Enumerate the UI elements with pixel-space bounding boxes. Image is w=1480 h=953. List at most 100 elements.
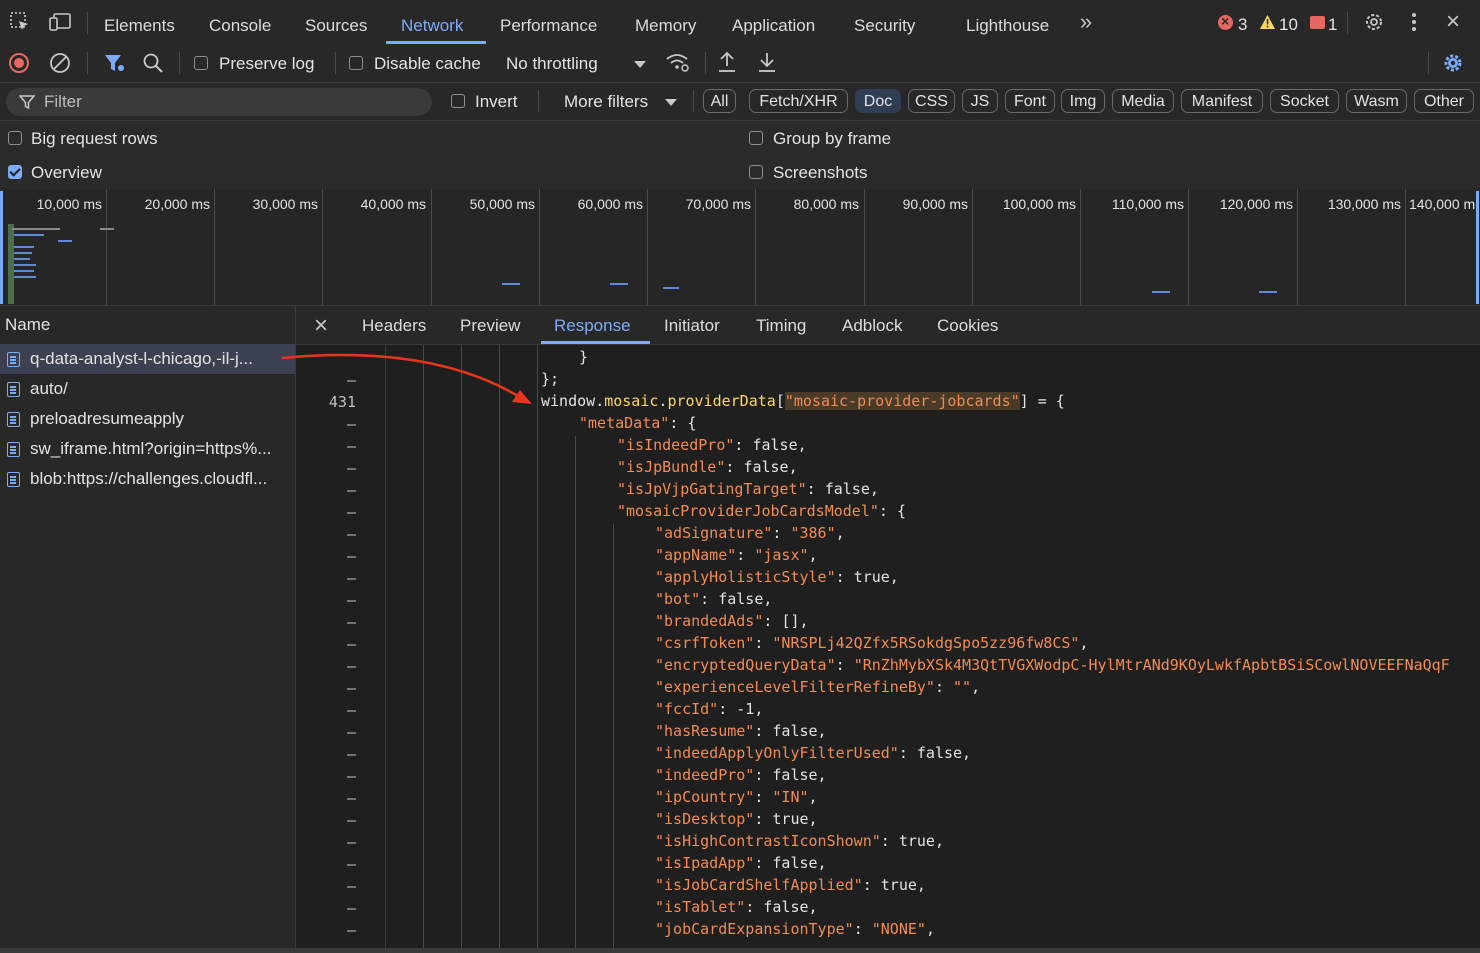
type-filter-all[interactable]: All [703, 89, 736, 113]
type-filter-font[interactable]: Font [1005, 89, 1055, 113]
overview-right-handle[interactable] [1476, 191, 1479, 304]
json-value: false, [763, 898, 818, 916]
overview-left-handle[interactable] [0, 191, 3, 304]
json-value: "jasx" [754, 546, 809, 564]
throttling-select[interactable]: No throttling [506, 54, 598, 74]
request-row[interactable]: auto/ [0, 374, 295, 404]
code-line: "csrfToken": "NRSPLj42QZfx5RSokdgSpo5zz9… [655, 634, 1089, 652]
overview-label: Overview [31, 163, 102, 182]
grid-line [539, 189, 540, 305]
error-count[interactable]: 3 [1238, 15, 1247, 35]
type-filter-fetch-xhr[interactable]: Fetch/XHR [749, 89, 848, 113]
tick-label: 50,000 ms [469, 196, 535, 212]
tab-network[interactable]: Network [401, 0, 463, 44]
json-key: "isIndeedPro" [617, 436, 735, 454]
tab-security[interactable]: Security [854, 0, 915, 44]
json-punct: , [971, 678, 981, 696]
close-detail-icon[interactable]: × [314, 312, 328, 340]
stop-recording-icon[interactable] [9, 53, 29, 73]
screenshots-checkbox[interactable] [749, 165, 763, 179]
tab-cookies[interactable]: Cookies [937, 306, 998, 344]
network-settings-gear-icon[interactable] [1442, 52, 1464, 79]
network-conditions-icon[interactable] [665, 52, 689, 79]
waterfall-mark [14, 270, 34, 272]
request-row[interactable]: q-data-analyst-l-chicago,-il-j... [0, 344, 295, 374]
json-value: -1, [736, 700, 764, 718]
type-filter-doc[interactable]: Doc [855, 89, 901, 113]
filter-icon[interactable] [103, 52, 125, 79]
export-har-icon[interactable] [757, 51, 777, 78]
tab-preview[interactable]: Preview [460, 306, 520, 344]
invert-checkbox[interactable] [451, 94, 465, 108]
tab-sources[interactable]: Sources [305, 0, 367, 44]
json-value: true, [880, 876, 926, 894]
json-key: "brandedAds" [655, 612, 764, 630]
warning-count[interactable]: 10 [1279, 15, 1298, 35]
grid-line [972, 189, 973, 305]
name-column-header[interactable]: Name [0, 306, 295, 345]
request-row[interactable]: sw_iframe.html?origin=https%... [0, 434, 295, 464]
type-filter-socket[interactable]: Socket [1270, 89, 1339, 113]
search-icon[interactable] [142, 52, 164, 79]
issues-count[interactable]: 1 [1328, 15, 1337, 35]
type-filter-js[interactable]: JS [962, 89, 998, 113]
tab-timing[interactable]: Timing [756, 306, 806, 344]
tab-console[interactable]: Console [209, 0, 271, 44]
code-line: "experienceLevelFilterRefineBy": "", [655, 678, 981, 696]
clear-icon[interactable] [49, 52, 71, 79]
json-value: false, [916, 744, 972, 762]
tab-lighthouse[interactable]: Lighthouse [966, 0, 1049, 44]
type-filter-img[interactable]: Img [1061, 89, 1105, 113]
more-filters-button[interactable]: More filters [564, 92, 648, 112]
more-options-icon[interactable] [1402, 10, 1426, 34]
tab-application[interactable]: Application [732, 0, 815, 44]
network-options [0, 121, 1480, 189]
json-punct: , [1079, 634, 1089, 652]
more-tabs-icon[interactable]: » [1074, 9, 1098, 34]
inspect-element-icon[interactable] [8, 10, 32, 34]
separator [87, 52, 88, 74]
code-token: mosaic [604, 392, 659, 410]
tab-performance[interactable]: Performance [500, 0, 597, 44]
request-name: auto/ [30, 379, 68, 398]
code-line: "encryptedQueryData": "RnZhMybXSk4M3QtTV… [655, 656, 1450, 674]
big-request-rows-checkbox[interactable] [8, 131, 22, 145]
type-filter-wasm[interactable]: Wasm [1346, 89, 1407, 113]
waterfall-mark [14, 264, 36, 266]
json-value: true, [898, 832, 944, 850]
tab-response[interactable]: Response [554, 306, 631, 344]
device-toolbar-icon[interactable] [48, 10, 72, 34]
waterfall-mark [14, 234, 44, 236]
json-key: "isJpVjpGatingTarget" [617, 480, 807, 498]
preserve-log-checkbox[interactable] [194, 56, 208, 70]
disable-cache-checkbox[interactable] [349, 56, 363, 70]
separator [1428, 52, 1429, 74]
settings-gear-icon[interactable] [1362, 10, 1386, 34]
tab-initiator[interactable]: Initiator [664, 306, 720, 344]
group-by-frame-checkbox[interactable] [749, 131, 763, 145]
line-number: – [346, 745, 356, 763]
tab-elements[interactable]: Elements [104, 0, 175, 44]
indent-guide [537, 345, 538, 953]
type-filter-css[interactable]: CSS [908, 89, 955, 113]
tab-adblock[interactable]: Adblock [842, 306, 902, 344]
code-line: "mosaicProviderJobCardsModel": { [617, 502, 906, 520]
request-name: sw_iframe.html?origin=https%... [30, 439, 272, 458]
line-number: – [346, 679, 356, 697]
indent-guide [423, 345, 424, 953]
overview-checkbox[interactable] [8, 165, 22, 179]
type-filter-other[interactable]: Other [1414, 89, 1474, 113]
code-line: "fccId": -1, [655, 700, 764, 718]
close-devtools-icon[interactable]: × [1441, 8, 1465, 35]
json-value: false, [772, 766, 827, 784]
type-filter-manifest[interactable]: Manifest [1181, 89, 1263, 113]
import-har-icon[interactable] [717, 51, 737, 78]
json-value: [], [781, 612, 809, 630]
tab-memory[interactable]: Memory [635, 0, 696, 44]
request-row[interactable]: preloadresumeapply [0, 404, 295, 434]
tab-headers[interactable]: Headers [362, 306, 426, 344]
type-filter-media[interactable]: Media [1112, 89, 1174, 113]
json-key: "applyHolisticStyle" [655, 568, 836, 586]
request-row[interactable]: blob:https://challenges.cloudfl... [0, 464, 295, 494]
separator [1347, 12, 1348, 34]
